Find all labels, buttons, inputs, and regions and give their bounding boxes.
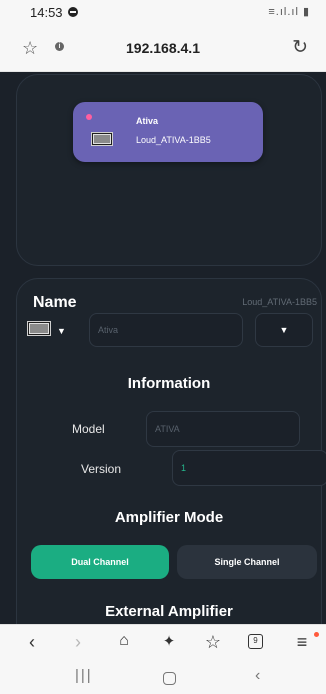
amplifier-mode-heading: Amplifier Mode [114,509,224,526]
device-id: Loud_ATIVA-1BB5 [242,297,317,307]
version-field[interactable]: 1 [172,450,326,486]
dnd-icon [68,7,78,17]
status-dot [86,114,92,120]
dual-channel-button[interactable]: Dual Channel [31,545,169,579]
single-channel-button[interactable]: Single Channel [177,545,317,579]
settings-panel: Name Loud_ATIVA-1BB5 ▼ Ativa ▼ Informati… [16,278,326,624]
menu-icon[interactable]: ≡ [290,632,314,653]
status-bar: 14:53 ≡.ıl.ıl ▮ [0,0,326,26]
device-icon-select[interactable]: ▼ [25,314,85,348]
device-card-subtitle: Loud_ATIVA-1BB5 [136,135,211,145]
home-icon[interactable]: ⌂ [112,632,136,650]
system-home-icon[interactable] [163,672,176,685]
system-navigation: ||| ‹ [0,660,326,694]
tabs-icon[interactable]: 9 [248,634,263,649]
caret-down-icon: ▼ [57,326,66,336]
recents-icon[interactable]: ||| [75,667,93,684]
system-back-icon[interactable]: ‹ [255,667,260,685]
forward-icon[interactable]: › [66,632,90,653]
model-label: Model [72,422,105,436]
url-text[interactable]: 192.168.4.1 [0,40,326,56]
name-input[interactable]: Ativa [89,313,243,347]
bookmark-star-icon[interactable]: ☆ [201,632,225,653]
signal-icon: ≡.ıl.ıl ▮ [268,6,310,18]
address-bar: ☆ i 192.168.4.1 ↻ [0,26,326,72]
amplifier-icon [91,132,113,151]
name-dropdown[interactable]: ▼ [255,313,313,347]
reload-icon[interactable]: ↻ [292,36,308,59]
back-icon[interactable]: ‹ [20,632,44,653]
information-heading: Information [127,375,211,392]
sparkle-icon[interactable]: ✦ [157,632,181,650]
caret-down-icon: ▼ [279,325,289,335]
status-time: 14:53 [30,5,63,20]
name-heading: Name [33,294,77,311]
external-amplifier-heading: External Amplifier [105,603,233,620]
browser-toolbar: ‹ › ⌂ ✦ ☆ 9 ≡ [0,624,326,660]
model-field[interactable]: ATIVA [146,411,300,447]
device-panel: Ativa Loud_ATIVA-1BB5 [16,74,322,266]
device-card-title: Ativa [136,116,159,126]
notification-dot [314,632,319,637]
amplifier-icon [27,321,51,341]
page-content: Ativa Loud_ATIVA-1BB5 Name Loud_ATIVA-1B… [0,72,326,624]
version-label: Version [81,462,122,476]
device-card[interactable]: Ativa Loud_ATIVA-1BB5 [73,102,263,162]
